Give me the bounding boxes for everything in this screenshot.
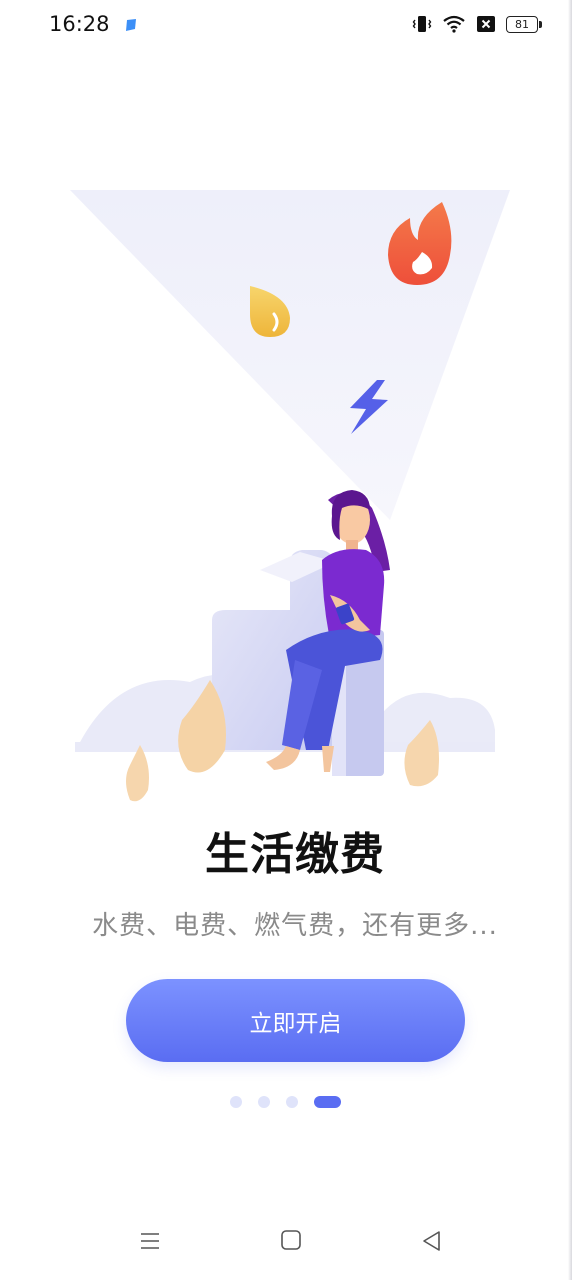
vibrate-icon: [412, 16, 432, 32]
status-time: 16:28: [49, 12, 110, 36]
status-icons: 81: [412, 14, 542, 34]
battery-indicator: 81: [506, 15, 542, 33]
no-sim-icon: [477, 16, 495, 32]
page-title: 生活缴费: [205, 829, 385, 880]
page-dot: [286, 1096, 298, 1108]
page-subtitle: 水费、电费、燃气费，还有更多...: [92, 911, 498, 941]
illustration: [70, 190, 510, 802]
page-dot-active: [314, 1096, 341, 1108]
back-icon[interactable]: [420, 1229, 442, 1253]
menu-icon[interactable]: [138, 1229, 162, 1253]
system-nav-bar: [0, 1215, 572, 1275]
start-button[interactable]: 立即开启: [126, 979, 465, 1062]
home-icon[interactable]: [280, 1229, 302, 1251]
wifi-icon: [443, 15, 465, 33]
status-bar: 16:28 81: [0, 0, 572, 52]
page-dot: [258, 1096, 270, 1108]
app-notification-icon: [126, 19, 136, 31]
screen-edge: [568, 0, 572, 1280]
page-indicator: [230, 1096, 341, 1108]
page-dot: [230, 1096, 242, 1108]
